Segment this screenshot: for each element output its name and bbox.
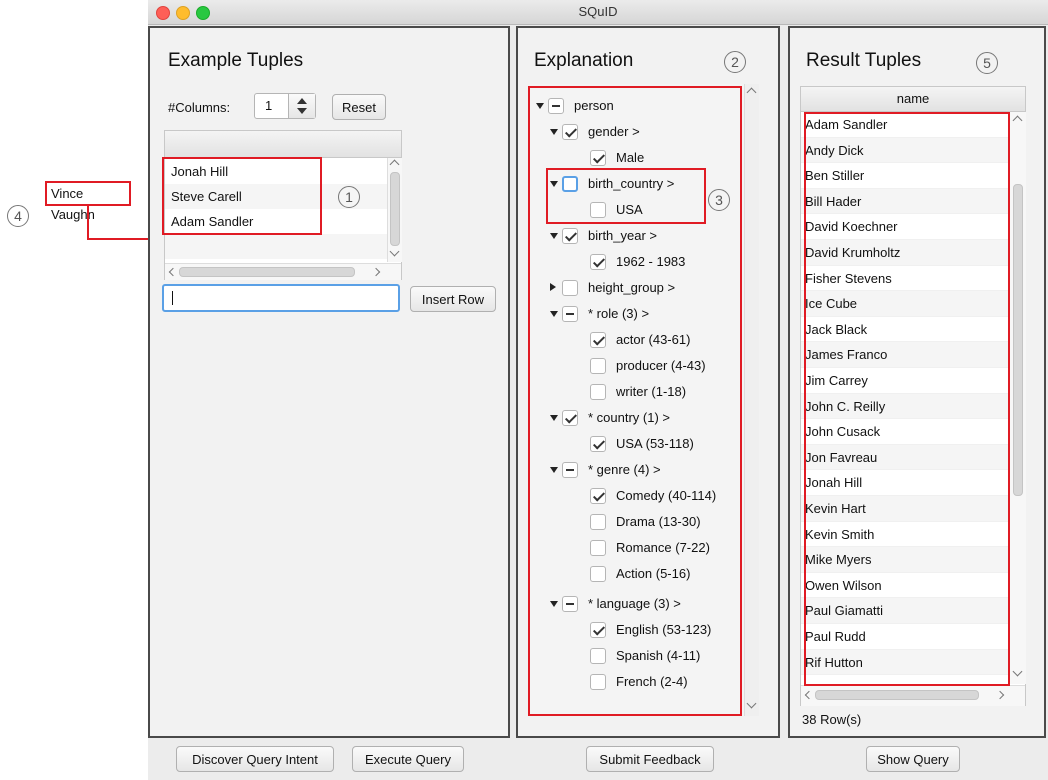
- insert-row-button[interactable]: Insert Row: [410, 286, 496, 312]
- example-tuples-title: Example Tuples: [168, 50, 304, 71]
- scroll-down-icon[interactable]: [746, 698, 757, 709]
- reset-button[interactable]: Reset: [332, 94, 386, 120]
- scroll-right-icon[interactable]: [995, 690, 1005, 700]
- new-row-input[interactable]: [162, 284, 400, 312]
- result-vertical-scrollbar[interactable]: [1009, 112, 1026, 684]
- result-horizontal-thumb[interactable]: [815, 690, 979, 700]
- result-highlight-box: [804, 112, 1010, 686]
- show-query-button[interactable]: Show Query: [866, 746, 960, 772]
- result-table-header[interactable]: name: [801, 87, 1025, 112]
- example-row-empty[interactable]: [165, 234, 387, 259]
- window-title: SQuID: [578, 4, 618, 19]
- row-count: 38 Row(s): [802, 712, 862, 727]
- annotation-2: 2: [724, 51, 746, 73]
- example-tuples-panel: Example Tuples #Columns: 1 Reset Jonah H…: [148, 26, 510, 738]
- result-tuples-title: Result Tuples: [806, 50, 922, 71]
- annotation-vince-vaughn: Vince Vaughn: [45, 181, 131, 222]
- birth-country-highlight-box: [546, 168, 706, 224]
- columns-stepper[interactable]: 1: [254, 93, 316, 119]
- execute-query-button[interactable]: Execute Query: [352, 746, 464, 772]
- explanation-title: Explanation: [534, 50, 634, 71]
- scroll-down-icon[interactable]: [389, 246, 400, 257]
- columns-value: 1: [265, 98, 273, 113]
- annotation-1: 1: [338, 186, 360, 208]
- scroll-left-icon[interactable]: [168, 267, 178, 277]
- example-table-header: [165, 131, 401, 158]
- scroll-up-icon[interactable]: [746, 87, 757, 98]
- annotation-5: 5: [976, 52, 998, 74]
- columns-label: #Columns:: [168, 100, 231, 115]
- stepper-up-icon[interactable]: [297, 98, 307, 104]
- annotation-4: 4: [7, 205, 29, 227]
- annotation-3: 3: [708, 189, 730, 211]
- scroll-up-icon[interactable]: [1012, 115, 1023, 126]
- input-cursor: [172, 291, 173, 305]
- discover-query-intent-button[interactable]: Discover Query Intent: [176, 746, 334, 772]
- example-vertical-thumb[interactable]: [390, 172, 400, 246]
- stepper-buttons[interactable]: [288, 94, 315, 118]
- scroll-down-icon[interactable]: [1012, 666, 1023, 677]
- scroll-left-icon[interactable]: [804, 690, 814, 700]
- app-window: SQuID Example Tuples #Columns: 1 Reset J…: [148, 0, 1048, 780]
- result-tuples-panel: Result Tuples 5 name Adam Sandler Andy Di…: [788, 26, 1046, 738]
- explanation-panel: Explanation 2 person gender > Male birth_co…: [516, 26, 780, 738]
- example-horizontal-scrollbar[interactable]: [165, 263, 401, 280]
- submit-feedback-button[interactable]: Submit Feedback: [586, 746, 714, 772]
- example-vertical-scrollbar[interactable]: [387, 158, 402, 262]
- stepper-down-icon[interactable]: [297, 108, 307, 114]
- result-horizontal-scrollbar[interactable]: [801, 685, 1025, 706]
- example-highlight-box: [162, 157, 322, 235]
- title-bar: SQuID: [148, 0, 1048, 25]
- scroll-up-icon[interactable]: [389, 159, 400, 170]
- result-vertical-thumb[interactable]: [1013, 184, 1023, 496]
- example-horizontal-thumb[interactable]: [179, 267, 355, 277]
- scroll-right-icon[interactable]: [371, 267, 381, 277]
- explanation-vertical-scrollbar[interactable]: [744, 84, 759, 716]
